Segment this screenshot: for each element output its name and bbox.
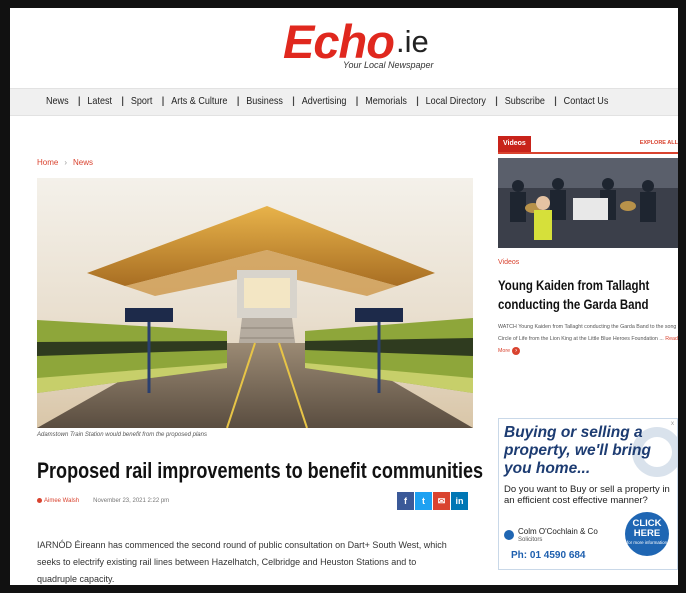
breadcrumb-home[interactable]: Home — [37, 158, 58, 167]
nav-item-latest[interactable]: Latest — [71, 95, 112, 107]
arrow-circle-icon[interactable]: › — [512, 347, 521, 355]
nav-link[interactable]: Advertising — [302, 95, 347, 107]
nav-link[interactable]: Contact Us — [564, 95, 609, 107]
article-lead: IARNÓD Éireann has commenced the second … — [37, 540, 447, 584]
logo-tagline: Your Local Newspaper — [343, 60, 434, 70]
child-conductor-head — [536, 196, 550, 210]
ad-phone: Ph: 01 4590 684 — [511, 550, 586, 561]
nav-link[interactable]: Subscribe — [505, 95, 545, 107]
advertisement[interactable]: Buying or selling a property, we'll brin… — [498, 418, 678, 570]
nav-item-contact-us[interactable]: Contact Us — [547, 95, 609, 107]
firm-logo-icon — [504, 530, 514, 540]
nav-item-advertising[interactable]: Advertising — [285, 95, 347, 107]
nav-link[interactable]: Memorials — [365, 95, 407, 107]
ad-subtext: Do you want to Buy or sell a property in… — [504, 484, 670, 506]
close-icon[interactable]: x — [671, 421, 674, 427]
email-share-button[interactable]: ✉ — [433, 492, 450, 510]
tower-window — [244, 278, 290, 308]
article-author[interactable]: Aimee Walsh — [44, 498, 79, 504]
ad-cta-label: CLICK HERE — [632, 518, 662, 539]
article-headline: Proposed rail improvements to benefit co… — [37, 458, 484, 483]
nav-link[interactable]: Business — [246, 95, 283, 107]
nav-item-subscribe[interactable]: Subscribe — [488, 95, 545, 107]
linkedin-share-button[interactable]: in — [451, 492, 468, 510]
nav-item-business[interactable]: Business — [230, 95, 283, 107]
videos-tab[interactable]: Videos — [498, 136, 531, 152]
video-thumbnail[interactable] — [498, 158, 678, 248]
ad-click-here-button[interactable]: CLICK HERE for more information — [625, 512, 669, 556]
ad-firm-name: Colm O'Cochlain & Co — [518, 527, 598, 536]
video-title[interactable]: Young Kaiden from Tallaght conducting th… — [498, 276, 662, 314]
image-caption: Adamstown Train Station would benefit fr… — [37, 432, 207, 438]
article-date: November 23, 2021 2:22 pm — [93, 498, 170, 504]
nav-item-memorials[interactable]: Memorials — [349, 95, 407, 107]
share-buttons: f t ✉ in — [396, 492, 468, 510]
nav-link[interactable]: Arts & Culture — [171, 95, 227, 107]
video-category[interactable]: Videos — [498, 259, 519, 266]
facebook-share-button[interactable]: f — [397, 492, 414, 510]
logo-domain: .ie — [396, 24, 429, 59]
nav-link[interactable]: Local Directory — [426, 95, 486, 107]
main-nav: News Latest Sport Arts & Culture Busines… — [10, 88, 678, 116]
explore-all-link[interactable]: EXPLORE ALL — [640, 140, 678, 146]
breadcrumb: Home › News — [37, 158, 93, 167]
video-snippet: WATCH Young Kaiden from Tallaght conduct… — [498, 321, 678, 357]
videos-section-header: Videos EXPLORE ALL — [498, 136, 678, 154]
platform-sign-left — [125, 308, 173, 322]
nav-item-sport[interactable]: Sport — [115, 95, 153, 107]
nav-list: News Latest Sport Arts & Culture Busines… — [46, 95, 608, 107]
browser-page: Echo .ie Your Local Newspaper News Lates… — [10, 8, 678, 585]
ad-firm-subtitle: Solicitors — [518, 537, 543, 543]
twitter-share-button[interactable]: t — [415, 492, 432, 510]
video-snippet-text: WATCH Young Kaiden from Tallaght conduct… — [498, 324, 677, 342]
site-logo[interactable]: Echo .ie Your Local Newspaper — [275, 14, 475, 72]
music-stand — [573, 198, 608, 220]
article-byline: Aimee Walsh November 23, 2021 2:22 pm — [37, 498, 169, 504]
nav-link[interactable]: Latest — [87, 95, 112, 107]
nav-link[interactable]: News — [46, 95, 69, 107]
ad-cta-sublabel: for more information — [626, 540, 668, 545]
nav-item-news[interactable]: News — [46, 95, 69, 107]
nav-item-local-directory[interactable]: Local Directory — [409, 95, 486, 107]
child-conductor-vest — [534, 210, 552, 240]
nav-link[interactable]: Sport — [131, 95, 153, 107]
platform-sign-right — [355, 308, 403, 322]
person-dot-icon — [37, 498, 42, 503]
hero-image[interactable] — [37, 178, 473, 428]
nav-item-arts-culture[interactable]: Arts & Culture — [155, 95, 227, 107]
breadcrumb-section[interactable]: News — [73, 158, 93, 167]
breadcrumb-separator: › — [64, 158, 68, 167]
ad-headline: Buying or selling a property, we'll brin… — [504, 424, 651, 477]
